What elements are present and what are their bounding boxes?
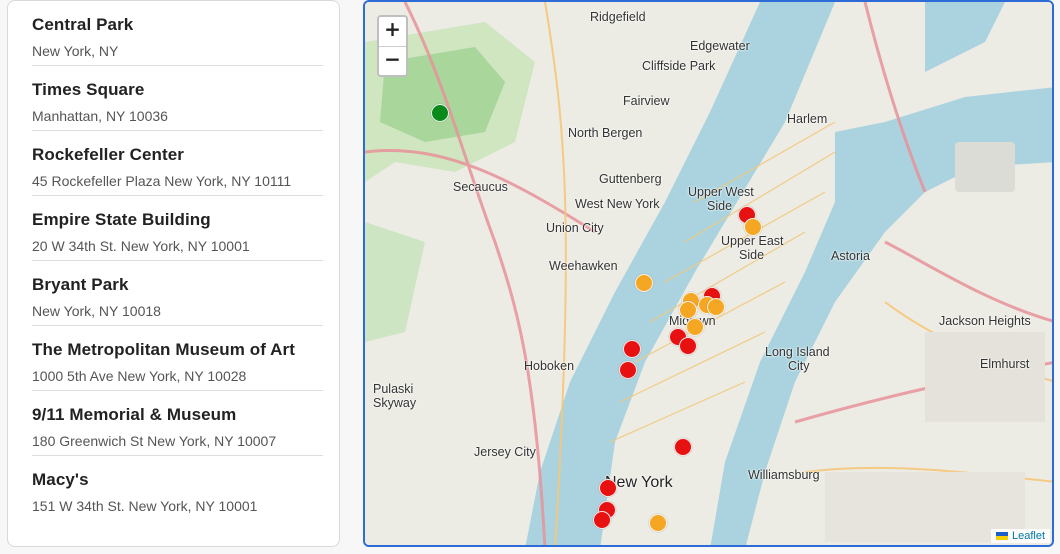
list-item[interactable]: Empire State Building 20 W 34th St. New … (32, 196, 323, 261)
place-address: 20 W 34th St. New York, NY 10001 (32, 238, 250, 254)
map-label-ridgefield: Ridgefield (590, 10, 646, 24)
map-tiles (365, 2, 1052, 545)
map-label-long-island: Long Island (765, 345, 830, 359)
list-item[interactable]: Times Square Manhattan, NY 10036 (32, 66, 323, 131)
map-label-upper-west-side: Side (707, 199, 733, 213)
map-marker[interactable] (674, 438, 692, 456)
map-label-elmhurst: Elmhurst (980, 357, 1030, 371)
map-label-jersey-city: Jersey City (474, 445, 536, 459)
map-label-skyway: Skyway (373, 396, 417, 410)
map-marker[interactable] (679, 301, 697, 319)
place-name: 9/11 Memorial & Museum (32, 405, 237, 424)
place-name: Central Park (32, 15, 134, 34)
map-attribution: Leaflet (990, 529, 1050, 543)
map-label-cliffside-park: Cliffside Park (642, 59, 716, 73)
map-label-weehawken: Weehawken (549, 259, 618, 273)
map-label-upper-east: Upper East (721, 234, 784, 248)
list-item[interactable]: Bryant Park New York, NY 10018 (32, 261, 323, 326)
list-item[interactable]: The Metropolitan Museum of Art 1000 5th … (32, 326, 323, 391)
map-label-upper-east-side: Side (739, 248, 765, 262)
map-label-williamsburg: Williamsburg (748, 468, 820, 482)
place-name: Macy's (32, 470, 89, 489)
map-label-secaucus: Secaucus (453, 180, 508, 194)
map-label-jackson-heights: Jackson Heights (939, 314, 1031, 328)
list-item[interactable]: Rockefeller Center 45 Rockefeller Plaza … (32, 131, 323, 196)
place-name: Rockefeller Center (32, 145, 185, 164)
place-address: 45 Rockefeller Plaza New York, NY 10111 (32, 173, 292, 189)
map-marker[interactable] (599, 479, 617, 497)
place-name: The Metropolitan Museum of Art (32, 340, 296, 359)
map-label-edgewater: Edgewater (690, 39, 750, 53)
place-address: 1000 5th Ave New York, NY 10028 (32, 368, 247, 384)
map-label-union-city: Union City (546, 221, 604, 235)
places-sidebar: Central Park New York, NY Times Square M… (7, 0, 340, 547)
map-marker[interactable] (744, 218, 762, 236)
map-marker[interactable] (593, 511, 611, 529)
map-label-hoboken: Hoboken (524, 359, 575, 373)
ukraine-flag-icon (995, 532, 1008, 540)
place-name: Bryant Park (32, 275, 129, 294)
map-label-guttenberg: Guttenberg (599, 172, 662, 186)
map-label-upper-west: Upper West (688, 185, 754, 199)
place-name: Empire State Building (32, 210, 211, 229)
list-item[interactable]: Central Park New York, NY (32, 1, 323, 66)
map-marker[interactable] (707, 298, 725, 316)
map-label-fairview: Fairview (623, 94, 670, 108)
map-marker[interactable] (635, 274, 653, 292)
map-label-harlem: Harlem (787, 112, 828, 126)
map-view[interactable]: Ridgefield Edgewater Cliffside Park Fair… (363, 0, 1054, 547)
place-address: New York, NY (32, 43, 119, 59)
map-marker[interactable] (619, 361, 637, 379)
app-root: Central Park New York, NY Times Square M… (0, 0, 1060, 554)
map-label-astoria: Astoria (831, 249, 870, 263)
places-list: Central Park New York, NY Times Square M… (8, 1, 339, 521)
map-marker[interactable] (623, 340, 641, 358)
map-label-west-new-york: West New York (575, 197, 660, 211)
place-name: Times Square (32, 80, 145, 99)
place-address: 180 Greenwich St New York, NY 10007 (32, 433, 277, 449)
map-label-city: City (788, 359, 810, 373)
place-address: 151 W 34th St. New York, NY 10001 (32, 498, 258, 514)
map-marker[interactable] (649, 514, 667, 532)
place-address: Manhattan, NY 10036 (32, 108, 168, 124)
leaflet-link[interactable]: Leaflet (1012, 530, 1045, 542)
list-item[interactable]: 9/11 Memorial & Museum 180 Greenwich St … (32, 391, 323, 456)
map-marker[interactable] (686, 318, 704, 336)
map-marker[interactable] (679, 337, 697, 355)
map-label-north-bergen: North Bergen (568, 126, 643, 140)
place-address: New York, NY 10018 (32, 303, 161, 319)
zoom-control: + − (377, 15, 408, 77)
zoom-in-button[interactable]: + (379, 17, 406, 46)
zoom-out-button[interactable]: − (379, 46, 406, 75)
list-item[interactable]: Macy's 151 W 34th St. New York, NY 10001 (32, 456, 323, 521)
map-marker[interactable] (431, 104, 449, 122)
map-label-pulaski: Pulaski (373, 382, 414, 396)
